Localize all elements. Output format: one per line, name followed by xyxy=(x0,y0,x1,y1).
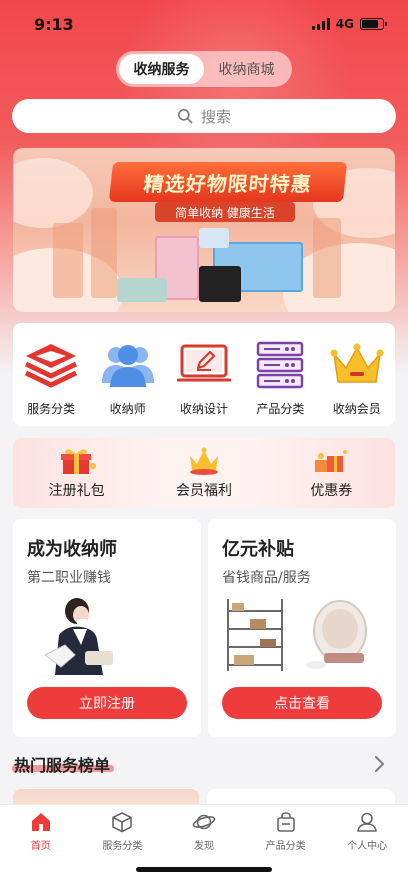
tab-label: 发现 xyxy=(193,841,214,852)
battery-icon xyxy=(360,18,387,30)
crown-icon xyxy=(330,339,384,391)
quick-menu: 服务分类 收纳师 收纳设计 产品分类 收纳会员 xyxy=(13,323,395,426)
tab-label: 产品分类 xyxy=(265,841,306,852)
benefits-row: 注册礼包 会员福利 优惠券 xyxy=(13,438,395,508)
layers-icon xyxy=(24,339,78,391)
benefit-label: 注册礼包 xyxy=(48,483,105,499)
benefit-registration-pack[interactable]: 注册礼包 xyxy=(27,446,127,508)
shelf-products-image xyxy=(227,599,367,671)
promo-subtitle: 省钱商品/服务 xyxy=(222,570,311,586)
monitor-pen-icon xyxy=(176,339,231,391)
promo-card-subsidy[interactable]: 亿元补贴 省钱商品/服务 点击查看 xyxy=(208,519,396,737)
banner-subtitle: 简单收纳 健康生活 xyxy=(155,202,295,222)
chevron-right-icon[interactable] xyxy=(370,754,390,774)
tab-storage-mall[interactable]: 收纳商城 xyxy=(204,54,289,84)
quick-label: 收纳会员 xyxy=(332,402,381,416)
service-mall-switch: 收纳服务 收纳商城 xyxy=(116,51,292,87)
promo-title: 亿元补贴 xyxy=(222,539,294,560)
status-bar: 9:13 4G xyxy=(0,0,408,48)
users-icon xyxy=(101,339,155,391)
quick-item-organizer[interactable]: 收纳师 xyxy=(92,339,164,426)
coupon-gift-icon xyxy=(315,450,348,472)
promo-card-become-organizer[interactable]: 成为收纳师 第二职业赚钱 立即注册 xyxy=(13,519,201,737)
tab-home[interactable]: 首页 xyxy=(6,809,76,883)
user-icon xyxy=(354,809,380,835)
status-time: 9:13 xyxy=(34,14,74,34)
organizer-woman-image xyxy=(44,598,113,675)
search-placeholder: 搜索 xyxy=(200,107,231,126)
benefit-coupon[interactable]: 优惠券 xyxy=(281,446,381,508)
banner-title: 精选好物限时特惠 xyxy=(108,162,348,202)
signal-icon xyxy=(311,18,330,30)
home-icon xyxy=(28,809,54,835)
quick-label: 产品分类 xyxy=(256,402,305,416)
tab-profile[interactable]: 个人中心 xyxy=(332,809,402,883)
view-now-button[interactable]: 点击查看 xyxy=(222,687,382,719)
quick-label: 收纳设计 xyxy=(179,402,228,416)
planet-icon xyxy=(191,809,217,835)
register-now-button[interactable]: 立即注册 xyxy=(27,687,187,719)
quick-label: 收纳师 xyxy=(109,402,146,416)
server-icon xyxy=(253,339,307,391)
quick-item-product-category[interactable]: 产品分类 xyxy=(244,339,316,426)
cube-icon xyxy=(109,809,135,835)
promo-subtitle: 第二职业赚钱 xyxy=(27,570,111,586)
crown-gift-icon xyxy=(189,447,218,475)
status-indicators: 4G xyxy=(311,17,387,31)
promo-banner[interactable]: 精选好物限时特惠 简单收纳 健康生活 xyxy=(13,148,395,312)
cosmetic-case-image xyxy=(199,266,241,302)
home-indicator xyxy=(136,867,272,872)
search-bar[interactable]: 搜索 xyxy=(12,99,396,133)
bag-icon xyxy=(273,809,299,835)
storage-bag-image xyxy=(117,278,167,302)
quick-item-storage-design[interactable]: 收纳设计 xyxy=(168,339,240,426)
tab-label: 个人中心 xyxy=(347,841,388,852)
tab-label: 首页 xyxy=(30,841,51,852)
quick-item-service-category[interactable]: 服务分类 xyxy=(15,339,87,426)
search-icon xyxy=(177,109,193,124)
benefit-label: 会员福利 xyxy=(175,483,232,499)
tab-storage-service[interactable]: 收纳服务 xyxy=(119,54,204,84)
benefit-member-welfare[interactable]: 会员福利 xyxy=(154,446,254,508)
tab-label: 服务分类 xyxy=(102,841,143,852)
benefit-label: 优惠券 xyxy=(310,483,353,499)
quick-item-membership[interactable]: 收纳会员 xyxy=(321,339,393,426)
promo-title: 成为收纳师 xyxy=(27,539,117,560)
network-label: 4G xyxy=(335,17,354,31)
section-title: 热门服务榜单 xyxy=(14,756,111,775)
quick-label: 服务分类 xyxy=(27,402,76,416)
gift-box-icon xyxy=(60,449,96,474)
